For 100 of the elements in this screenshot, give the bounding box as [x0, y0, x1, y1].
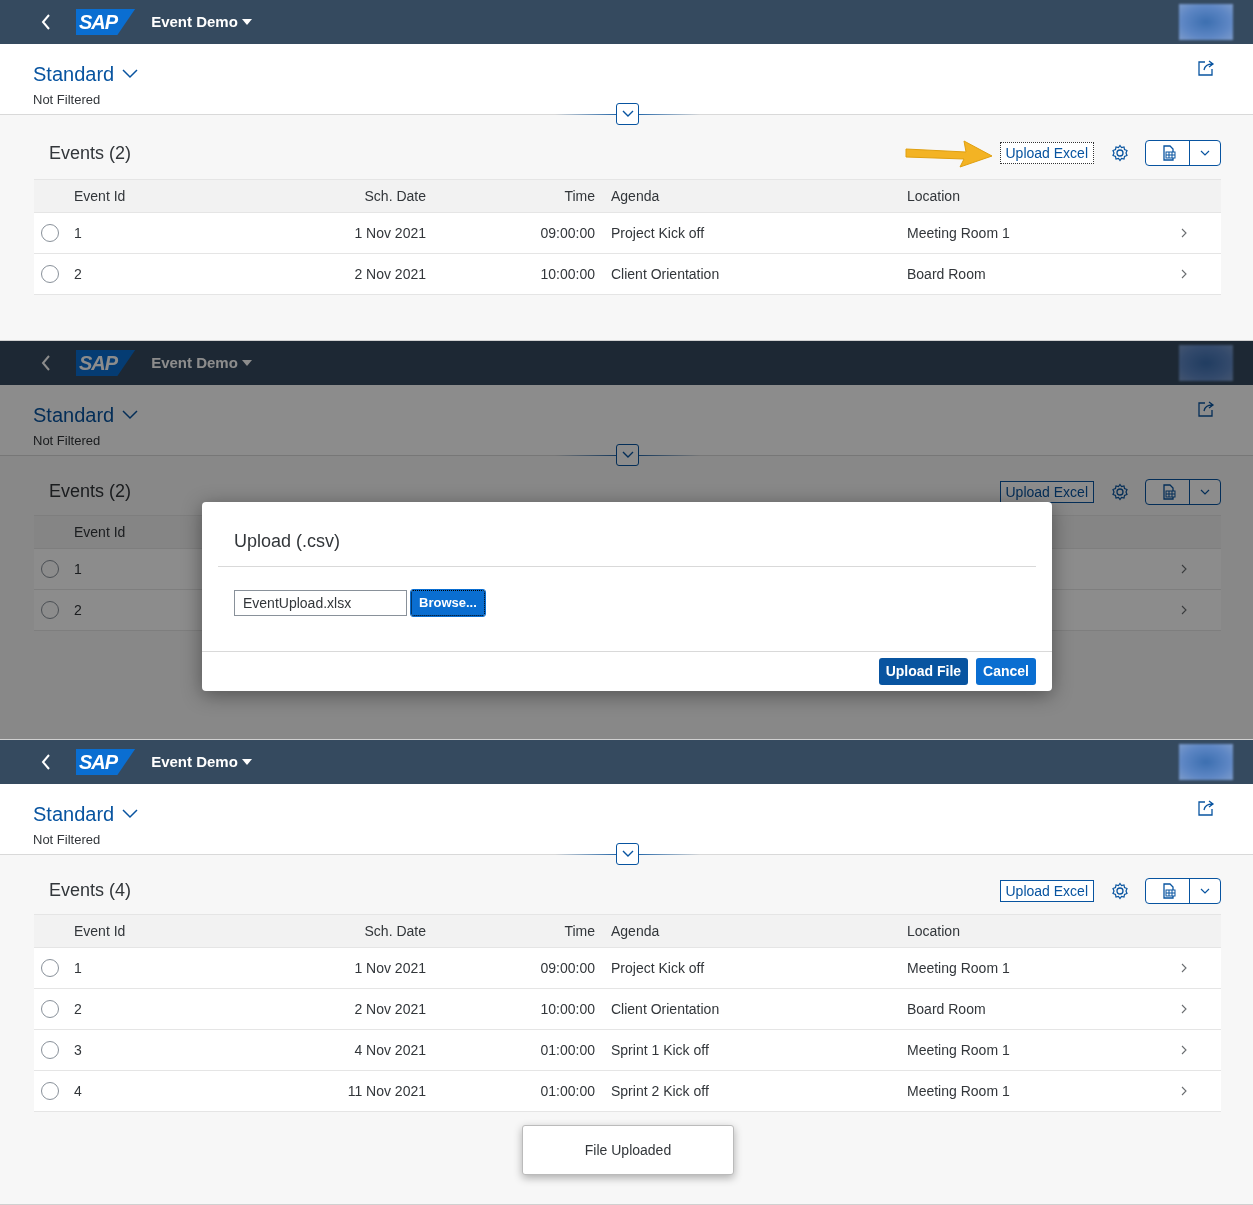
chevron-down-icon[interactable] [122, 410, 139, 420]
collapse-button[interactable] [616, 103, 639, 125]
caret-icon[interactable] [241, 18, 252, 26]
variant-title[interactable]: Standard [33, 403, 115, 427]
collapse-button[interactable] [616, 843, 639, 865]
column-header: Agenda [610, 186, 660, 206]
chevron-right-icon[interactable] [1181, 1045, 1187, 1055]
share-icon[interactable] [1197, 59, 1215, 77]
chevron-right-icon[interactable] [1181, 963, 1187, 973]
table-cell-text: 2 [74, 600, 82, 620]
back-icon[interactable] [40, 753, 52, 771]
cancel-button[interactable]: Cancel [976, 658, 1036, 685]
table-cell-text: 2 Nov 2021 [354, 264, 426, 284]
share-icon[interactable] [1197, 400, 1215, 418]
logo: SAP [76, 350, 136, 376]
caret-icon[interactable] [241, 758, 252, 766]
table-cell-text: 4 [74, 1081, 82, 1101]
column-header: Event Id [74, 522, 126, 542]
table-cell-text: 2 [74, 264, 82, 284]
table-cell-text: Sprint 1 Kick off [610, 1040, 709, 1060]
column-header: Location [907, 921, 960, 941]
file-field[interactable]: EventUpload.xlsx [234, 590, 407, 616]
filter-status: Not Filtered [33, 432, 102, 450]
table-cell-text: 1 Nov 2021 [354, 223, 426, 243]
upload-excel-button[interactable]: Upload Excel [999, 480, 1094, 503]
chevron-down-icon [1200, 887, 1210, 894]
app-title[interactable]: Event Demo [151, 351, 238, 375]
chevron-right-icon[interactable] [1181, 1086, 1187, 1096]
column-header: Sch. Date [364, 921, 426, 941]
column-header: Event Id [74, 921, 126, 941]
table-cell-text: 2 [74, 999, 82, 1019]
back-icon[interactable] [40, 354, 52, 372]
dialog-title: Upload (.csv) [218, 502, 1036, 567]
table-cell-text: 2 Nov 2021 [354, 999, 426, 1019]
export-split-button[interactable] [1145, 877, 1221, 904]
chevron-down-icon [1200, 488, 1210, 495]
collapse-button[interactable] [616, 444, 639, 466]
chevron-down-icon [621, 110, 634, 118]
upload-excel-button[interactable]: Upload Excel [999, 879, 1094, 902]
table-cell-text: Sprint 2 Kick off [610, 1081, 709, 1101]
share-icon[interactable] [1197, 799, 1215, 817]
back-icon[interactable] [40, 13, 52, 31]
table-cell-text: 4 Nov 2021 [354, 1040, 426, 1060]
table-title: Events (2) [48, 480, 132, 503]
toast-message: File Uploaded [522, 1125, 734, 1175]
table-cell-text: 3 [74, 1040, 82, 1060]
filter-status: Not Filtered [33, 831, 102, 849]
app-title[interactable]: Event Demo [151, 750, 238, 774]
settings-icon[interactable] [1111, 881, 1129, 900]
chevron-right-icon[interactable] [1181, 564, 1187, 574]
column-header: Sch. Date [364, 186, 426, 206]
caret-icon[interactable] [241, 359, 252, 367]
chevron-down-icon [621, 850, 634, 858]
chevron-right-icon[interactable] [1181, 1004, 1187, 1014]
table-cell-text: 10:00:00 [540, 999, 595, 1019]
column-header: Time [564, 186, 595, 206]
table-title: Events (4) [48, 879, 132, 902]
chevron-down-icon[interactable] [122, 69, 139, 79]
chevron-down-icon [1200, 150, 1210, 156]
column-header: Agenda [610, 921, 660, 941]
table-cell-text: Meeting Room 1 [907, 958, 1010, 978]
table-cell-text: 1 [74, 223, 82, 243]
chevron-down-icon[interactable] [122, 809, 139, 819]
table-cell-text: Client Orientation [610, 999, 720, 1019]
chevron-down-icon [621, 451, 634, 459]
variant-title[interactable]: Standard [33, 802, 115, 826]
table-cell-text: 09:00:00 [540, 958, 595, 978]
table-cell-text: 01:00:00 [540, 1081, 595, 1101]
settings-icon[interactable] [1111, 144, 1129, 162]
upload-excel-button[interactable]: Upload Excel [999, 142, 1094, 164]
table-cell-text: Board Room [907, 264, 986, 284]
table-cell-text: Meeting Room 1 [907, 223, 1010, 243]
logo: SAP [76, 749, 136, 775]
chevron-right-icon[interactable] [1181, 605, 1187, 615]
chevron-right-icon[interactable] [1181, 269, 1187, 279]
table-cell-text: Meeting Room 1 [907, 1081, 1010, 1101]
table-cell-text: Project Kick off [610, 223, 705, 243]
table-cell-text: 01:00:00 [540, 1040, 595, 1060]
variant-title[interactable]: Standard [33, 62, 115, 86]
table-title: Events (2) [48, 141, 132, 165]
table-cell-text: 1 [74, 958, 82, 978]
table-cell-text: Project Kick off [610, 958, 705, 978]
table-cell-text: Meeting Room 1 [907, 1040, 1010, 1060]
logo: SAP [76, 9, 136, 35]
table-cell-text: 10:00:00 [540, 264, 595, 284]
table-cell-text: 1 [74, 559, 82, 579]
app-title[interactable]: Event Demo [151, 10, 238, 34]
upload-file-button[interactable]: Upload File [878, 658, 969, 685]
settings-icon[interactable] [1111, 482, 1129, 501]
column-header: Location [907, 186, 960, 206]
column-header: Event Id [74, 186, 126, 206]
browse-button[interactable]: Browse... [411, 590, 485, 616]
export-split-button[interactable] [1145, 140, 1221, 166]
table-cell-text: 1 Nov 2021 [354, 958, 426, 978]
chevron-right-icon[interactable] [1181, 228, 1187, 238]
table-cell-text: Client Orientation [610, 264, 720, 284]
export-split-button[interactable] [1145, 478, 1221, 505]
filter-status: Not Filtered [33, 91, 102, 109]
column-header: Time [564, 921, 595, 941]
table-cell-text: 09:00:00 [540, 223, 595, 243]
